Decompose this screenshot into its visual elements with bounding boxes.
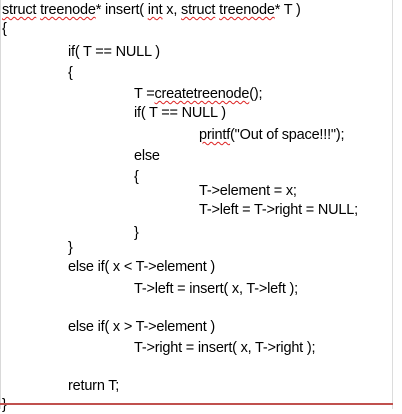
keyword-struct: struct bbox=[2, 2, 37, 18]
printf-args: ("Out of space!!!"); bbox=[230, 127, 345, 143]
code-line-19: } bbox=[2, 397, 7, 413]
call-printf: printf bbox=[199, 127, 231, 143]
code-line-1: struct treenode* insert( int x, struct t… bbox=[2, 1, 301, 19]
code-line-5: T =createtreenode(); bbox=[134, 85, 263, 103]
code-line-9: { bbox=[134, 169, 139, 185]
keyword-struct-2: struct bbox=[181, 2, 216, 18]
code-line-14: else if( x < T->element ) bbox=[68, 259, 216, 275]
code-line-12: } bbox=[134, 225, 139, 241]
keyword-int: int bbox=[147, 2, 163, 18]
code-page: struct treenode* insert( int x, struct t… bbox=[0, 0, 402, 413]
code-line-16: else if( x > T->element ) bbox=[68, 319, 216, 335]
page-border-left bbox=[0, 0, 1, 409]
code-line-13: } bbox=[68, 240, 73, 256]
type-treenode-2: treenode bbox=[219, 2, 275, 18]
param-t: * T ) bbox=[274, 2, 301, 18]
code-line-11: T->left = T->right = NULL; bbox=[199, 202, 358, 218]
assign-t: T = bbox=[134, 86, 155, 102]
code-line-17: T->right = insert( x, T->right ); bbox=[134, 340, 316, 356]
function-signature: * insert( bbox=[95, 2, 148, 18]
code-line-7: printf("Out of space!!!"); bbox=[199, 126, 345, 144]
code-line-6: if( T == NULL ) bbox=[134, 105, 226, 121]
call-parens: (); bbox=[249, 86, 263, 102]
page-border-right bbox=[392, 0, 393, 409]
type-treenode: treenode bbox=[40, 2, 96, 18]
code-line-18: return T; bbox=[68, 378, 120, 394]
code-line-8: else bbox=[134, 148, 160, 164]
code-line-2: { bbox=[2, 21, 7, 37]
code-line-10: T->element = x; bbox=[199, 183, 297, 199]
call-createtreenode: createtreenode bbox=[154, 86, 250, 102]
page-bottom-rule bbox=[0, 403, 393, 405]
code-line-4: { bbox=[68, 65, 73, 81]
code-line-15: T->left = insert( x, T->left ); bbox=[134, 281, 298, 297]
code-line-3: if( T == NULL ) bbox=[68, 44, 160, 60]
param-x: x, bbox=[162, 2, 182, 18]
